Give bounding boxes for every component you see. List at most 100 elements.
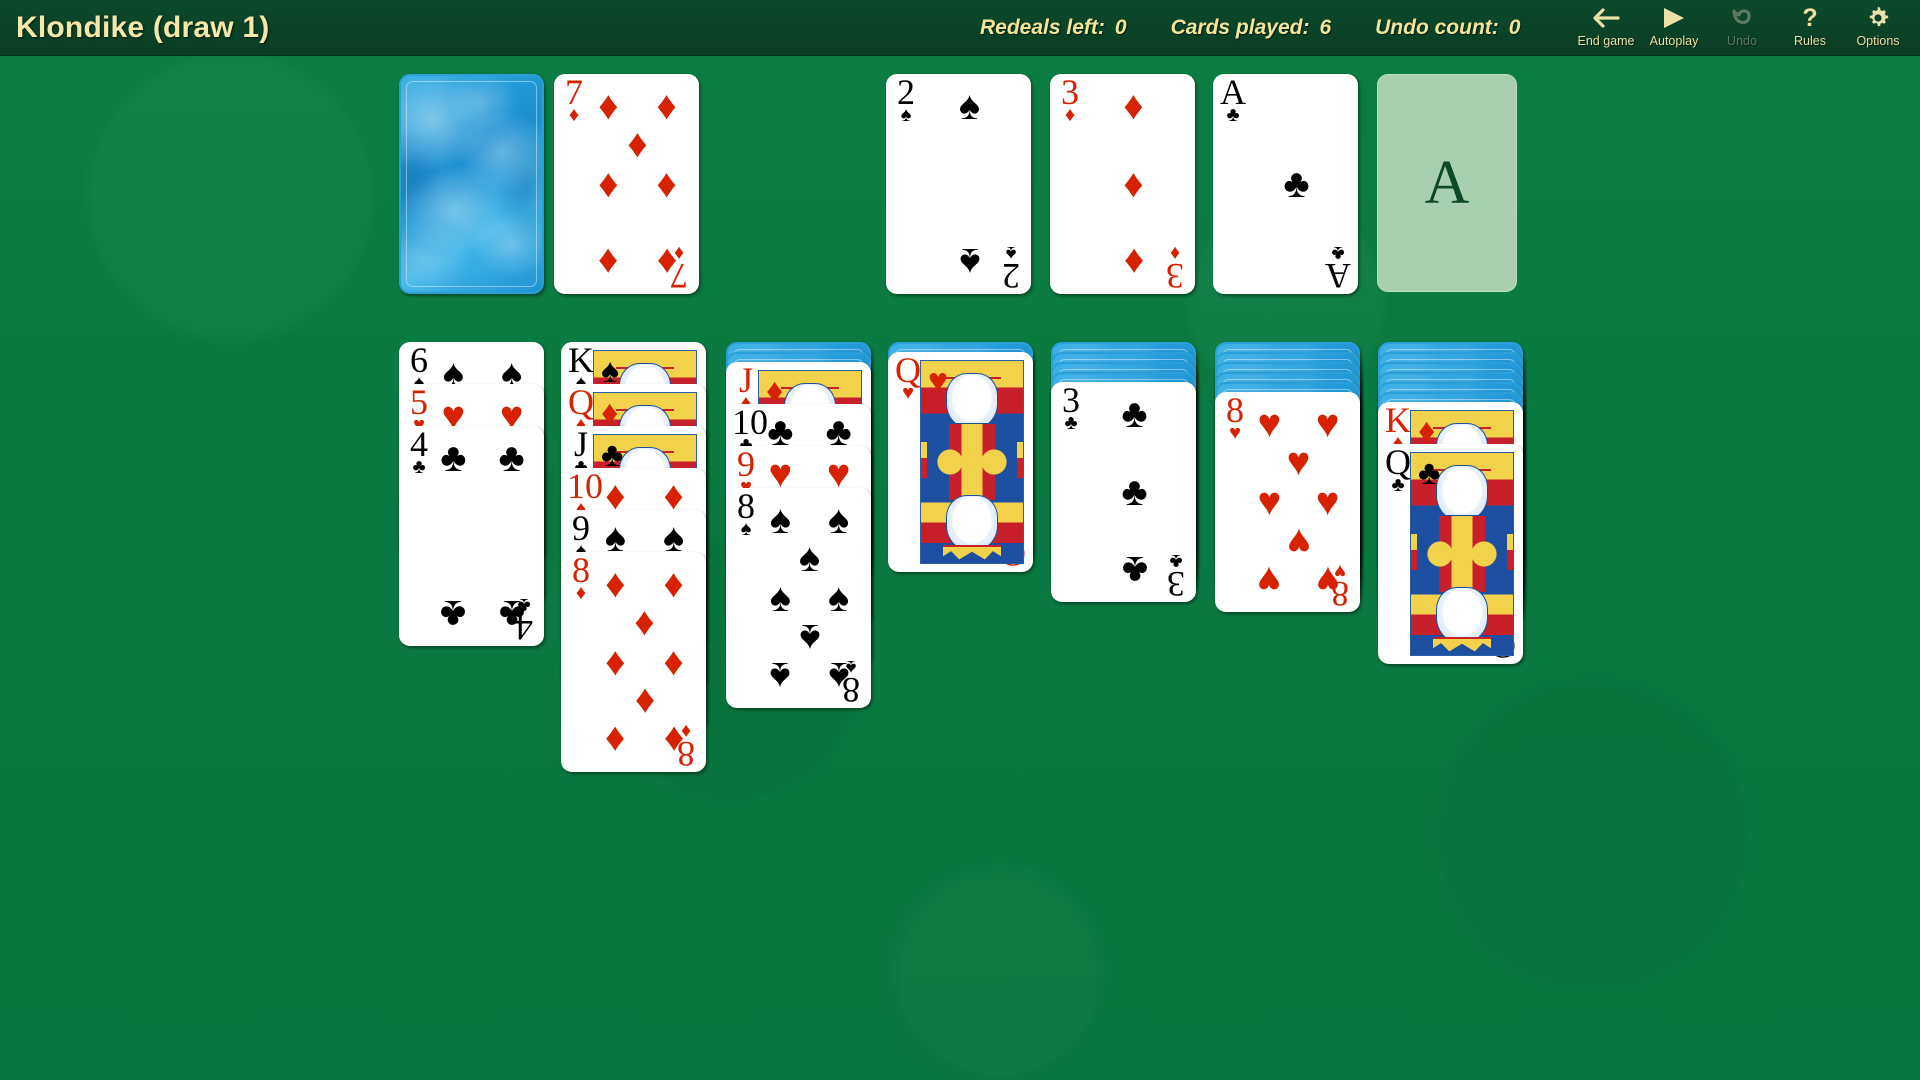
end-game-label: End game bbox=[1577, 34, 1635, 48]
card-pip: ♥ bbox=[1257, 480, 1282, 524]
autoplay-button[interactable]: Autoplay bbox=[1640, 0, 1708, 56]
crown-icon-bottom bbox=[1433, 637, 1491, 653]
card-pip: ♥ bbox=[1315, 558, 1340, 602]
card-corner: 3 ♣ bbox=[1057, 382, 1085, 433]
card-pip: ♣ bbox=[1121, 470, 1148, 514]
card-corner: 7 ♦ bbox=[560, 74, 588, 125]
card-pip: ♦ bbox=[605, 718, 626, 762]
card-pip: ♠ bbox=[769, 576, 791, 620]
card-pip: ♣ bbox=[440, 436, 467, 480]
card-pip: ♦ bbox=[663, 562, 684, 606]
foundation-clubs[interactable]: A ♣ A ♣ ♣ bbox=[1213, 74, 1358, 294]
card-corner: 8 ♠ bbox=[732, 488, 760, 539]
card-corner: Q♥ bbox=[894, 352, 922, 403]
card-pip: ♣ bbox=[498, 592, 525, 636]
card-pip: ♦ bbox=[1123, 162, 1144, 206]
tableau-col-2-card[interactable]: 8 ♦ 8 ♦ ♦ ♦ ♦ ♦ ♦ ♦ ♦ ♦ bbox=[561, 552, 706, 772]
card-pip-grid: ♠ ♠ bbox=[924, 84, 1015, 284]
card-pip-grid: ♥ ♥ ♥ ♥ ♥ ♥ ♥ ♥ bbox=[1253, 402, 1344, 602]
card-pip: ♦ bbox=[663, 640, 684, 684]
card-pip: ♦ bbox=[598, 84, 619, 128]
card-pip: ♥ bbox=[1257, 558, 1282, 602]
stat-cards-played-label: Cards played: bbox=[1170, 16, 1310, 39]
foundation-diamonds[interactable]: 3 ♦ 3 ♦ ♦ ♦ ♦ bbox=[1050, 74, 1195, 294]
card-pip: ♦ bbox=[656, 84, 677, 128]
options-button[interactable]: Options bbox=[1844, 0, 1912, 56]
autoplay-label: Autoplay bbox=[1649, 34, 1699, 48]
waste-top-card[interactable]: 7 ♦ 7 ♦ ♦ ♦ ♦ ♦ ♦ ♦ ♦ bbox=[554, 74, 699, 294]
card-corner: 8 ♦ bbox=[567, 552, 595, 603]
end-game-button[interactable]: End game bbox=[1572, 0, 1640, 56]
empty-slot-marker: A bbox=[1377, 74, 1517, 292]
card-pip: ♦ bbox=[598, 162, 619, 206]
card-pip: ♠ bbox=[798, 616, 821, 660]
court-suit-pip: ♠ bbox=[601, 352, 620, 390]
card-pip: ♦ bbox=[1123, 240, 1144, 284]
undo-button[interactable]: Undo bbox=[1708, 0, 1776, 56]
empty-slot-label: A bbox=[1424, 149, 1470, 217]
card-pip: ♠ bbox=[769, 654, 791, 698]
card-pip: ♠ bbox=[958, 240, 981, 284]
play-triangle-icon bbox=[1657, 4, 1691, 32]
card-pip: ♣ bbox=[1283, 162, 1310, 206]
card-pip-grid: ♦ ♦ ♦ bbox=[1088, 84, 1179, 284]
stock-card-back[interactable] bbox=[399, 74, 544, 294]
arrow-left-icon bbox=[1589, 4, 1623, 32]
tableau-col-5-card[interactable]: 3 ♣ 3 ♣ ♣ ♣ ♣ bbox=[1051, 382, 1196, 602]
court-body bbox=[927, 423, 1017, 501]
undo-label: Undo bbox=[1727, 34, 1757, 48]
tableau-col-7-card[interactable]: Q♣Q♣♣ bbox=[1378, 444, 1523, 664]
stat-redeals-left-value: 0 bbox=[1114, 16, 1127, 39]
tableau-col-6-card[interactable]: 8 ♥ 8 ♥ ♥ ♥ ♥ ♥ ♥ ♥ ♥ ♥ bbox=[1215, 392, 1360, 612]
card-pip-grid: ♦ ♦ ♦ ♦ ♦ ♦ ♦ bbox=[592, 84, 683, 284]
rules-label: Rules bbox=[1794, 34, 1826, 48]
card-corner: 2 ♠ bbox=[892, 74, 920, 125]
tableau-col-1-card[interactable]: 4 ♣ 4 ♣ ♣ ♣ ♣ ♣ bbox=[399, 426, 544, 646]
card-pip: ♣ bbox=[1121, 392, 1148, 436]
court-suit-pip: ♦ bbox=[601, 394, 619, 432]
card-pip-grid: ♠ ♠ ♠ ♠ ♠ ♠ ♠ ♠ bbox=[764, 498, 855, 698]
card-pip: ♠ bbox=[798, 536, 821, 580]
card-pip: ♣ bbox=[498, 436, 525, 480]
stat-undo-count-label: Undo count: bbox=[1375, 16, 1499, 39]
court-suit-pip: ♣ bbox=[601, 436, 624, 474]
top-toolbar: Klondike (draw 1) Redeals left: 0 Cards … bbox=[0, 0, 1920, 56]
card-pip-grid: ♣ ♣ ♣ ♣ bbox=[437, 436, 528, 636]
game-table: 7♦7♦♦♦♦♦♦♦♦2♠2♠♠♠3♦3♦♦♦♦A♣A♣♣A6♠6♠♠♠♠♠♠♠… bbox=[0, 56, 1920, 1080]
card-corner: 4 ♣ bbox=[405, 426, 433, 477]
card-pip: ♦ bbox=[627, 122, 648, 166]
court-face-bottom bbox=[946, 495, 998, 551]
card-pip: ♦ bbox=[634, 680, 655, 724]
card-pip: ♦ bbox=[634, 600, 655, 644]
page-title: Klondike (draw 1) bbox=[16, 10, 270, 44]
card-pip: ♦ bbox=[656, 162, 677, 206]
card-pip: ♥ bbox=[1286, 520, 1311, 564]
court-face-top bbox=[946, 373, 998, 429]
stat-undo-count: Undo count: 0 bbox=[1375, 16, 1520, 40]
card-corner: A ♣ bbox=[1219, 74, 1247, 125]
card-pip: ♠ bbox=[958, 84, 981, 128]
toolbar-buttons: End game Autoplay Undo ? Rules Options bbox=[1572, 0, 1912, 56]
court-face-bottom bbox=[1436, 587, 1488, 643]
card-pip: ♦ bbox=[663, 718, 684, 762]
card-corner: Q♣ bbox=[1384, 444, 1412, 495]
foundation-spades[interactable]: 2 ♠ 2 ♠ ♠ ♠ bbox=[886, 74, 1031, 294]
rules-button[interactable]: ? Rules bbox=[1776, 0, 1844, 56]
card-pip: ♣ bbox=[440, 592, 467, 636]
tableau-col-4-card[interactable]: Q♥Q♥♥ bbox=[888, 352, 1033, 572]
card-corner: 8 ♥ bbox=[1221, 392, 1249, 443]
stat-cards-played: Cards played: 6 bbox=[1171, 16, 1332, 40]
stats-group: Redeals left: 0 Cards played: 6 Undo cou… bbox=[980, 0, 1520, 56]
card-pip: ♠ bbox=[769, 498, 791, 542]
foundation-hearts[interactable]: A bbox=[1377, 74, 1521, 294]
stat-redeals-left-label: Redeals left: bbox=[980, 16, 1105, 39]
card-pip: ♦ bbox=[605, 640, 626, 684]
card-pip: ♠ bbox=[827, 654, 850, 698]
court-body bbox=[1417, 515, 1507, 593]
card-pip: ♦ bbox=[605, 562, 626, 606]
court-suit-pip: ♦ bbox=[1418, 412, 1436, 450]
card-pip: ♠ bbox=[827, 576, 850, 620]
card-pip: ♦ bbox=[656, 240, 677, 284]
tableau-col-3-card[interactable]: 8 ♠ 8 ♠ ♠ ♠ ♠ ♠ ♠ ♠ ♠ ♠ bbox=[726, 488, 871, 708]
crown-icon-bottom bbox=[943, 545, 1001, 561]
